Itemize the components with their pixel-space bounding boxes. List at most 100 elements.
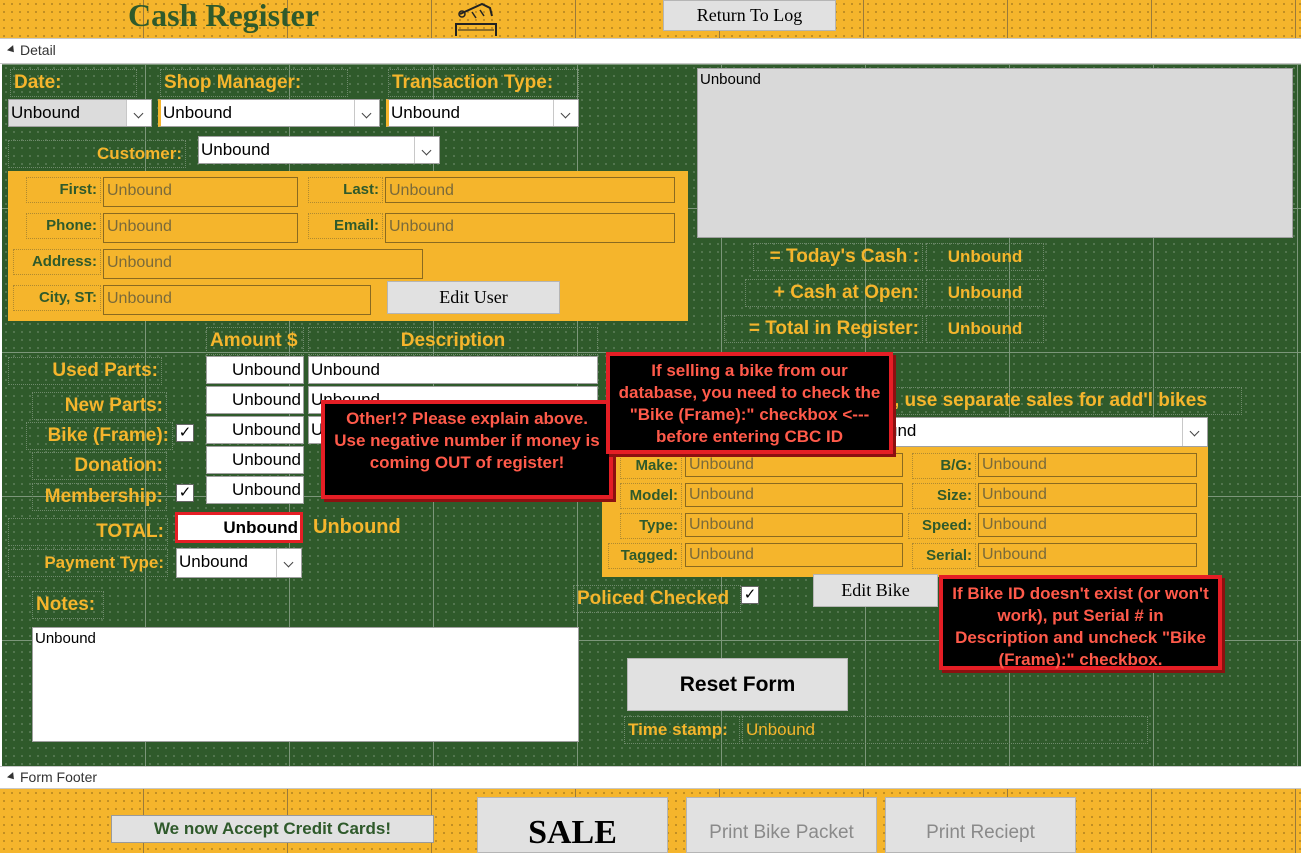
timestamp-label: Time stamp: [624, 716, 740, 744]
collapse-arrow-icon[interactable] [7, 45, 17, 55]
return-to-log-button[interactable]: Return To Log [663, 0, 836, 31]
detail-section-bar: Detail [0, 38, 1301, 64]
credit-cards-banner: We now Accept Credit Cards! [111, 815, 434, 843]
date-combo[interactable]: Unbound [8, 99, 152, 127]
total-label: TOTAL: [8, 518, 168, 546]
tagged-field[interactable]: Unbound [685, 543, 903, 567]
bike-database-note: If selling a bike from our database, you… [606, 352, 893, 454]
membership-label: Membership: [32, 483, 167, 511]
timestamp-value: Unbound [742, 716, 1148, 744]
customer-label: Customer: [8, 140, 186, 168]
bike-id-combo[interactable]: und [885, 417, 1208, 447]
speed-field[interactable]: Unbound [978, 513, 1197, 537]
bike-frame-checkbox[interactable]: ✓ [176, 424, 194, 442]
payment-type-value: Unbound [179, 552, 249, 571]
model-label: Model: [620, 483, 682, 509]
notes-label: Notes: [32, 591, 104, 619]
print-receipt-button[interactable]: Print Reciept [885, 797, 1076, 853]
last-name-field[interactable]: Unbound [385, 177, 675, 203]
amount-header: Amount $ [206, 327, 304, 355]
speed-label: Speed: [908, 513, 976, 539]
cash-at-open-label: + Cash at Open: [745, 279, 923, 307]
used-parts-label: Used Parts: [8, 357, 162, 385]
bike-frame-label: Bike (Frame): [26, 422, 173, 450]
register-icon [452, 0, 500, 38]
transaction-type-value: Unbound [391, 103, 461, 122]
edit-bike-button[interactable]: Edit Bike [813, 574, 938, 607]
policed-checked-checkbox[interactable]: ✓ [741, 586, 759, 604]
date-label: Date: [10, 69, 137, 97]
total-text: Unbound [313, 516, 401, 538]
model-field[interactable]: Unbound [685, 483, 903, 507]
date-value: Unbound [11, 103, 81, 122]
other-explanation-note: Other!? Please explain above. Use negati… [321, 400, 613, 499]
last-name-label: Last: [308, 177, 383, 203]
bg-field[interactable]: Unbound [978, 453, 1197, 477]
chevron-down-icon[interactable] [414, 137, 439, 163]
shop-manager-value: Unbound [163, 103, 233, 122]
notes-textarea[interactable]: Unbound [32, 627, 579, 742]
size-label: Size: [912, 483, 976, 509]
bike-section-header: , use separate sales for add'l bikes [890, 387, 1242, 415]
chevron-down-icon[interactable] [1182, 418, 1207, 446]
chevron-down-icon[interactable] [354, 100, 379, 126]
transaction-type-combo[interactable]: Unbound [386, 99, 579, 127]
used-parts-description[interactable]: Unbound [308, 356, 598, 384]
serial-field[interactable]: Unbound [978, 543, 1197, 567]
serial-label: Serial: [912, 543, 976, 569]
customer-combo[interactable]: Unbound [198, 136, 440, 164]
type-label: Type: [620, 513, 682, 539]
tagged-label: Tagged: [608, 543, 682, 569]
address-field[interactable]: Unbound [103, 249, 423, 279]
size-field[interactable]: Unbound [978, 483, 1197, 507]
detail-section-label: Detail [20, 42, 56, 58]
total-amount-field[interactable]: Unbound [175, 512, 303, 543]
new-parts-label: New Parts: [32, 392, 167, 420]
sale-button[interactable]: SALE [477, 797, 668, 853]
chevron-down-icon[interactable] [553, 100, 578, 126]
donation-label: Donation: [32, 452, 167, 480]
make-label: Make: [620, 453, 682, 479]
customer-value: Unbound [201, 140, 271, 159]
first-name-label: First: [26, 177, 101, 203]
reset-form-button[interactable]: Reset Form [627, 658, 848, 711]
edit-user-button[interactable]: Edit User [387, 281, 560, 314]
form-title: Cash Register [128, 0, 320, 33]
policed-checked-label: Policed Checked [573, 585, 741, 613]
make-field[interactable]: Unbound [685, 453, 903, 477]
todays-cash-label: = Today's Cash : [753, 243, 923, 271]
transaction-type-label: Transaction Type: [388, 69, 579, 97]
new-parts-amount[interactable]: Unbound [206, 386, 304, 414]
bike-frame-amount[interactable]: Unbound [206, 416, 304, 444]
type-field[interactable]: Unbound [685, 513, 903, 537]
shop-manager-label: Shop Manager: [160, 69, 348, 97]
city-state-field[interactable]: Unbound [103, 285, 371, 315]
membership-amount[interactable]: Unbound [206, 476, 304, 504]
todays-cash-value: Unbound [926, 243, 1044, 271]
footer-section-bar: Form Footer [0, 766, 1301, 789]
shop-manager-combo[interactable]: Unbound [158, 99, 380, 127]
chevron-down-icon[interactable] [276, 549, 301, 577]
payment-type-combo[interactable]: Unbound [176, 548, 302, 578]
payment-type-label: Payment Type: [8, 549, 168, 577]
description-header: Description [308, 327, 598, 355]
phone-label: Phone: [26, 213, 101, 239]
donation-amount[interactable]: Unbound [206, 446, 304, 474]
cash-at-open-value: Unbound [926, 279, 1044, 307]
email-label: Email: [308, 213, 383, 239]
address-label: Address: [13, 249, 101, 275]
city-state-label: City, ST: [13, 285, 101, 311]
email-field[interactable]: Unbound [385, 213, 675, 243]
membership-checkbox[interactable]: ✓ [176, 484, 194, 502]
phone-field[interactable]: Unbound [103, 213, 298, 243]
total-in-register-value: Unbound [926, 315, 1044, 343]
bg-label: B/G: [912, 453, 976, 479]
first-name-field[interactable]: Unbound [103, 177, 298, 207]
bike-id-missing-note: If Bike ID doesn't exist (or won't work)… [939, 575, 1222, 670]
transaction-log-box[interactable]: Unbound [697, 68, 1293, 238]
print-bike-packet-button[interactable]: Print Bike Packet [686, 797, 877, 853]
collapse-arrow-icon[interactable] [7, 772, 17, 782]
used-parts-amount[interactable]: Unbound [206, 356, 304, 384]
chevron-down-icon[interactable] [126, 100, 151, 126]
total-in-register-label: = Total in Register: [724, 315, 923, 343]
